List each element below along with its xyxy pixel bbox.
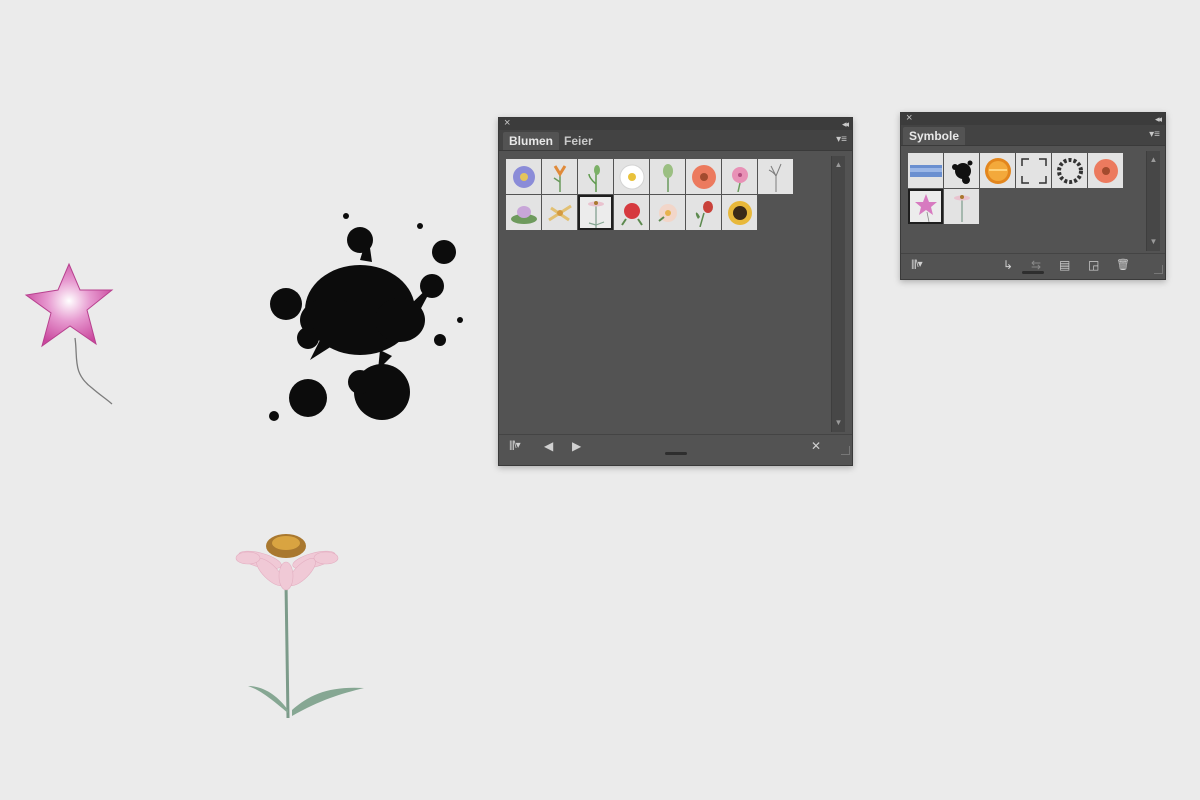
symbol-blue-banner[interactable]	[908, 153, 943, 188]
library-icon[interactable]: |||\▾	[509, 438, 521, 454]
echinacea-flower[interactable]	[230, 528, 370, 728]
previous-icon[interactable]: ◀	[544, 438, 553, 454]
resize-corner[interactable]	[1154, 265, 1163, 274]
symbol-grid-area	[907, 151, 1145, 251]
place-symbol-icon[interactable]: ↳	[1003, 257, 1013, 273]
brush-water-lily[interactable]	[506, 195, 541, 230]
iris-icon	[768, 163, 781, 192]
panel-menu-icon[interactable]: ▾≡	[1149, 128, 1160, 142]
brush-hibiscus[interactable]	[722, 159, 757, 194]
brush-gerbera[interactable]	[686, 159, 721, 194]
brush-library-panel: × ◂◂ Blumen Feier ▾≡ ▲ ▼ |||\▾ ◀ ▶ ✕	[498, 117, 853, 466]
brush-tulip-red[interactable]	[686, 195, 721, 230]
symbol-gerbera[interactable]	[1088, 153, 1123, 188]
symbols-panel: × ◂◂ Symbole ▾≡ ▲ ▼ |||\▾ ↳ ⇆ ▤ ◲ 🗑	[900, 112, 1166, 280]
aster-icon	[512, 165, 535, 188]
scroll-down-icon[interactable]: ▼	[1147, 237, 1160, 247]
tulip-red-icon	[695, 200, 713, 227]
orange-button-icon	[984, 157, 1011, 184]
tab-bar: Blumen Feier ▾≡	[499, 130, 852, 151]
scrollbar[interactable]: ▲ ▼	[1146, 151, 1160, 251]
daisy-icon	[619, 164, 644, 189]
symbol-orange-button[interactable]	[980, 153, 1015, 188]
brush-lily-white[interactable]	[542, 195, 577, 230]
panel-title-bar[interactable]: × ◂◂	[901, 111, 1165, 126]
resize-corner[interactable]	[841, 446, 850, 455]
symbol-options-icon[interactable]: ▤	[1059, 257, 1070, 273]
resize-grip[interactable]	[664, 452, 687, 455]
symbol-wreath[interactable]	[1052, 153, 1087, 188]
ink-splatter-icon	[951, 160, 972, 184]
frame-corners-icon	[1020, 157, 1047, 184]
tab-symbole[interactable]: Symbole	[903, 127, 966, 145]
symbol-echinacea[interactable]	[944, 189, 979, 224]
brush-grid-area	[505, 156, 830, 432]
symbol-pink-star-balloon[interactable]	[908, 189, 943, 224]
remove-brush-icon[interactable]: ✕	[811, 438, 821, 454]
scroll-up-icon[interactable]: ▲	[832, 160, 845, 170]
pink-star-balloon[interactable]	[20, 258, 120, 408]
star-balloon-icon	[914, 193, 937, 222]
scrollbar[interactable]: ▲ ▼	[831, 156, 845, 432]
brush-echinacea[interactable]	[578, 195, 613, 230]
brush-daisy[interactable]	[614, 159, 649, 194]
symbol-ink-splatter[interactable]	[944, 153, 979, 188]
panel-footer: |||\▾ ↳ ⇆ ▤ ◲ 🗑	[901, 253, 1165, 276]
lily-icon	[553, 164, 566, 192]
tab-bar: Symbole ▾≡	[901, 125, 1165, 146]
tulip-sprout-icon	[587, 164, 600, 192]
brush-tulip-sprout[interactable]	[578, 159, 613, 194]
tulip-icon	[662, 163, 673, 192]
gerbera-icon	[691, 164, 716, 189]
brush-lily[interactable]	[542, 159, 577, 194]
new-symbol-icon[interactable]: ◲	[1088, 257, 1099, 273]
scroll-up-icon[interactable]: ▲	[1147, 155, 1160, 165]
panel-title-bar[interactable]: × ◂◂	[499, 116, 852, 131]
library-icon[interactable]: |||\▾	[911, 257, 923, 273]
resize-grip[interactable]	[1022, 271, 1044, 274]
collapse-icon[interactable]: ◂◂	[842, 117, 849, 131]
hibiscus-icon	[731, 166, 748, 192]
sunflower-icon	[727, 200, 752, 225]
brush-magnolia[interactable]	[650, 195, 685, 230]
brush-sunflower[interactable]	[722, 195, 757, 230]
water-lily-icon	[510, 205, 537, 224]
magnolia-icon	[657, 203, 677, 222]
close-icon[interactable]: ×	[906, 111, 912, 125]
wreath-icon	[1056, 157, 1083, 184]
ink-splatter[interactable]	[260, 210, 470, 435]
brush-aster[interactable]	[506, 159, 541, 194]
brush-rose[interactable]	[614, 195, 649, 230]
scroll-down-icon[interactable]: ▼	[832, 418, 845, 428]
close-icon[interactable]: ×	[504, 116, 510, 130]
symbol-frame-corners[interactable]	[1016, 153, 1051, 188]
echinacea-icon	[587, 200, 604, 228]
rose-icon	[620, 202, 643, 226]
symbol-grid	[908, 153, 1130, 224]
tab-feier[interactable]: Feier	[558, 132, 599, 150]
brush-grid	[506, 159, 798, 230]
panel-footer: |||\▾ ◀ ▶ ✕	[499, 434, 852, 457]
lily-white-icon	[547, 204, 572, 221]
panel-menu-icon[interactable]: ▾≡	[836, 133, 847, 147]
gerbera-icon	[1093, 158, 1118, 183]
brush-tulip[interactable]	[650, 159, 685, 194]
trash-icon[interactable]: 🗑	[1116, 257, 1130, 273]
brush-iris[interactable]	[758, 159, 793, 194]
tab-blumen[interactable]: Blumen	[503, 132, 560, 150]
next-icon[interactable]: ▶	[572, 438, 581, 454]
blue-banner-icon	[909, 164, 942, 177]
collapse-icon[interactable]: ◂◂	[1155, 112, 1162, 126]
echinacea-icon	[953, 194, 970, 222]
